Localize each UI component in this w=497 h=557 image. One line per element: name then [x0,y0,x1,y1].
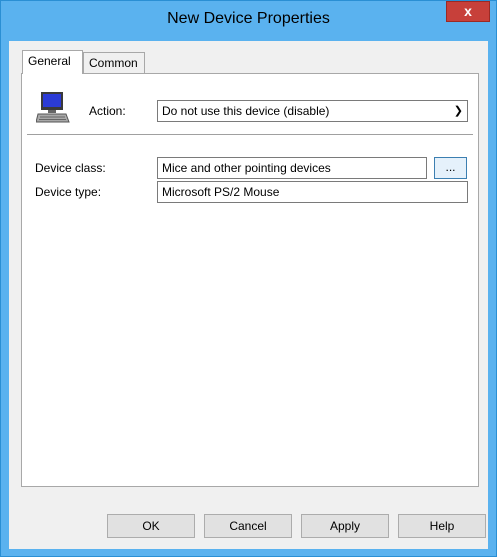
device-type-value: Microsoft PS/2 Mouse [162,185,280,199]
browse-device-class-button[interactable]: ... [434,157,467,179]
device-type-field[interactable]: Microsoft PS/2 Mouse [157,181,468,203]
action-dropdown[interactable]: Do not use this device (disable) ❯ [157,100,468,122]
dialog-window: New Device Properties x General Common A… [0,0,497,557]
help-button[interactable]: Help [398,514,486,538]
device-class-field[interactable]: Mice and other pointing devices [157,157,427,179]
ok-button[interactable]: OK [107,514,195,538]
section-divider [27,134,473,136]
device-class-value: Mice and other pointing devices [162,161,331,175]
close-icon: x [464,3,472,19]
chevron-down-icon: ❯ [453,105,463,117]
general-tab-panel: Action: Do not use this device (disable)… [21,73,479,487]
device-type-label: Device type: [35,185,102,199]
window-title: New Device Properties [167,10,330,27]
computer-icon [36,92,70,123]
action-value: Do not use this device (disable) [162,104,330,118]
apply-button[interactable]: Apply [301,514,389,538]
dialog-client-area: General Common Action: Do not use this d… [9,41,488,549]
tab-general[interactable]: General [22,50,83,74]
title-bar[interactable]: New Device Properties x [1,1,496,41]
device-class-label: Device class: [35,161,106,175]
tab-common[interactable]: Common [83,52,145,74]
close-button[interactable]: x [446,1,490,22]
action-label: Action: [89,104,126,118]
cancel-button[interactable]: Cancel [204,514,292,538]
